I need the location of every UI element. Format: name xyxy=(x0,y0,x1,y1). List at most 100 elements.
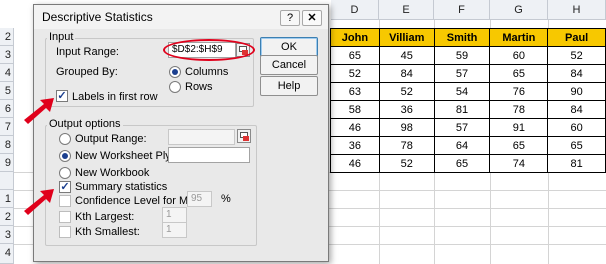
header-cell[interactable]: Smith xyxy=(433,28,491,47)
table-cell[interactable]: 65 xyxy=(330,46,380,65)
header-cell[interactable]: Villiam xyxy=(378,28,435,47)
table-cell[interactable]: 46 xyxy=(330,118,380,137)
close-button[interactable]: ✕ xyxy=(302,10,322,26)
row-header[interactable]: 3 xyxy=(0,226,14,244)
table-cell[interactable]: 81 xyxy=(547,154,606,173)
kth-largest-checkbox[interactable] xyxy=(59,211,71,223)
row-header[interactable]: 4 xyxy=(0,64,14,82)
grouped-by-label: Grouped By: xyxy=(56,66,118,78)
table-cell[interactable]: 65 xyxy=(489,64,549,83)
table-cell[interactable]: 84 xyxy=(547,100,606,119)
red-arrow-icon xyxy=(24,98,54,124)
row-header[interactable]: 7 xyxy=(0,118,14,136)
table-cell[interactable]: 84 xyxy=(547,64,606,83)
cancel-button[interactable]: Cancel xyxy=(260,55,318,75)
table-cell[interactable]: 78 xyxy=(378,136,435,155)
column-header-g[interactable]: G xyxy=(490,0,548,20)
table-cell[interactable]: 45 xyxy=(378,46,435,65)
new-workbook-label[interactable]: New Workbook xyxy=(75,167,149,179)
rows-radio[interactable] xyxy=(169,81,181,93)
row-header[interactable]: 3 xyxy=(0,46,14,64)
new-worksheet-ply-field[interactable] xyxy=(168,147,250,163)
row-header[interactable]: 6 xyxy=(0,100,14,118)
table-cell[interactable]: 57 xyxy=(433,118,491,137)
table-cell[interactable]: 60 xyxy=(489,46,549,65)
row-header[interactable]: 5 xyxy=(0,82,14,100)
header-cell[interactable]: Paul xyxy=(547,28,606,47)
summary-statistics-checkbox[interactable]: ✓ xyxy=(59,181,71,193)
row-header[interactable] xyxy=(0,172,14,190)
output-range-collapse-button[interactable] xyxy=(237,129,251,143)
kth-largest-label[interactable]: Kth Largest: xyxy=(75,211,134,223)
output-range-label[interactable]: Output Range: xyxy=(75,133,147,145)
row-header[interactable]: 8 xyxy=(0,136,14,154)
output-range-field[interactable] xyxy=(168,129,235,145)
help-button[interactable]: Help xyxy=(260,76,318,96)
table-row: 63 52 54 76 90 xyxy=(330,82,606,101)
labels-first-row-checkbox[interactable]: ✓ xyxy=(56,90,68,102)
new-workbook-radio[interactable] xyxy=(59,167,71,179)
table-cell[interactable]: 81 xyxy=(433,100,491,119)
highlight-ring xyxy=(163,39,255,61)
table-row: 58 36 81 78 84 xyxy=(330,100,606,119)
new-worksheet-ply-label[interactable]: New Worksheet Ply: xyxy=(75,150,174,162)
row-header[interactable]: 4 xyxy=(0,244,14,264)
table-cell[interactable]: 46 xyxy=(330,154,380,173)
table-cell[interactable]: 60 xyxy=(547,118,606,137)
column-header-h[interactable]: H xyxy=(548,0,606,20)
table-cell[interactable]: 74 xyxy=(489,154,549,173)
columns-radio-label[interactable]: Columns xyxy=(185,66,228,78)
summary-statistics-label[interactable]: Summary statistics xyxy=(75,181,167,193)
table-row: 52 84 57 65 84 xyxy=(330,64,606,83)
table-cell[interactable]: 65 xyxy=(547,136,606,155)
table-cell[interactable]: 52 xyxy=(330,64,380,83)
table-cell[interactable]: 64 xyxy=(433,136,491,155)
range-arrow-icon xyxy=(243,136,249,141)
table-cell[interactable]: 91 xyxy=(489,118,549,137)
column-header-f[interactable]: F xyxy=(434,0,490,20)
table-cell[interactable]: 58 xyxy=(330,100,380,119)
help-question-button[interactable]: ? xyxy=(280,10,300,26)
row-header[interactable]: 2 xyxy=(0,208,14,226)
table-cell[interactable]: 84 xyxy=(378,64,435,83)
row-header[interactable]: 2 xyxy=(0,28,14,46)
table-cell[interactable]: 65 xyxy=(489,136,549,155)
rows-radio-label[interactable]: Rows xyxy=(185,81,213,93)
kth-smallest-checkbox[interactable] xyxy=(59,226,71,238)
table-cell[interactable]: 52 xyxy=(547,46,606,65)
table-cell[interactable]: 57 xyxy=(433,64,491,83)
output-range-radio[interactable] xyxy=(59,133,71,145)
table-cell[interactable]: 76 xyxy=(489,82,549,101)
columns-radio[interactable] xyxy=(169,66,181,78)
table-cell[interactable]: 36 xyxy=(378,100,435,119)
table-cell[interactable]: 36 xyxy=(330,136,380,155)
row-header[interactable]: 1 xyxy=(0,190,14,208)
confidence-level-checkbox[interactable] xyxy=(59,195,71,207)
table-cell[interactable]: 52 xyxy=(378,154,435,173)
column-header-d[interactable]: D xyxy=(331,0,379,20)
dialog-titlebar[interactable]: Descriptive Statistics ? ✕ xyxy=(34,5,328,29)
row-header[interactable]: 9 xyxy=(0,154,14,172)
table-cell[interactable]: 63 xyxy=(330,82,380,101)
table-cell[interactable]: 98 xyxy=(378,118,435,137)
table-cell[interactable]: 78 xyxy=(489,100,549,119)
table-cell[interactable]: 59 xyxy=(433,46,491,65)
data-table: John Villiam Smith Martin Paul 65 45 59 … xyxy=(330,28,606,173)
new-worksheet-ply-radio[interactable] xyxy=(59,150,71,162)
table-cell[interactable]: 65 xyxy=(433,154,491,173)
input-group-label: Input xyxy=(47,31,76,43)
header-cell[interactable]: Martin xyxy=(489,28,549,47)
table-cell[interactable]: 52 xyxy=(378,82,435,101)
descriptive-statistics-dialog: Descriptive Statistics ? ✕ Input Input R… xyxy=(33,4,329,262)
kth-smallest-field[interactable]: 1 xyxy=(162,222,187,238)
table-header-row: John Villiam Smith Martin Paul xyxy=(330,28,606,47)
table-cell[interactable]: 90 xyxy=(547,82,606,101)
kth-largest-field[interactable]: 1 xyxy=(162,207,187,223)
header-cell[interactable]: John xyxy=(330,28,380,47)
table-cell[interactable]: 54 xyxy=(433,82,491,101)
labels-first-row-label[interactable]: Labels in first row xyxy=(72,91,158,103)
kth-smallest-label[interactable]: Kth Smallest: xyxy=(75,226,140,238)
ok-button[interactable]: OK xyxy=(260,37,318,57)
confidence-level-field[interactable]: 95 xyxy=(187,191,212,207)
column-header-e[interactable]: E xyxy=(379,0,434,20)
